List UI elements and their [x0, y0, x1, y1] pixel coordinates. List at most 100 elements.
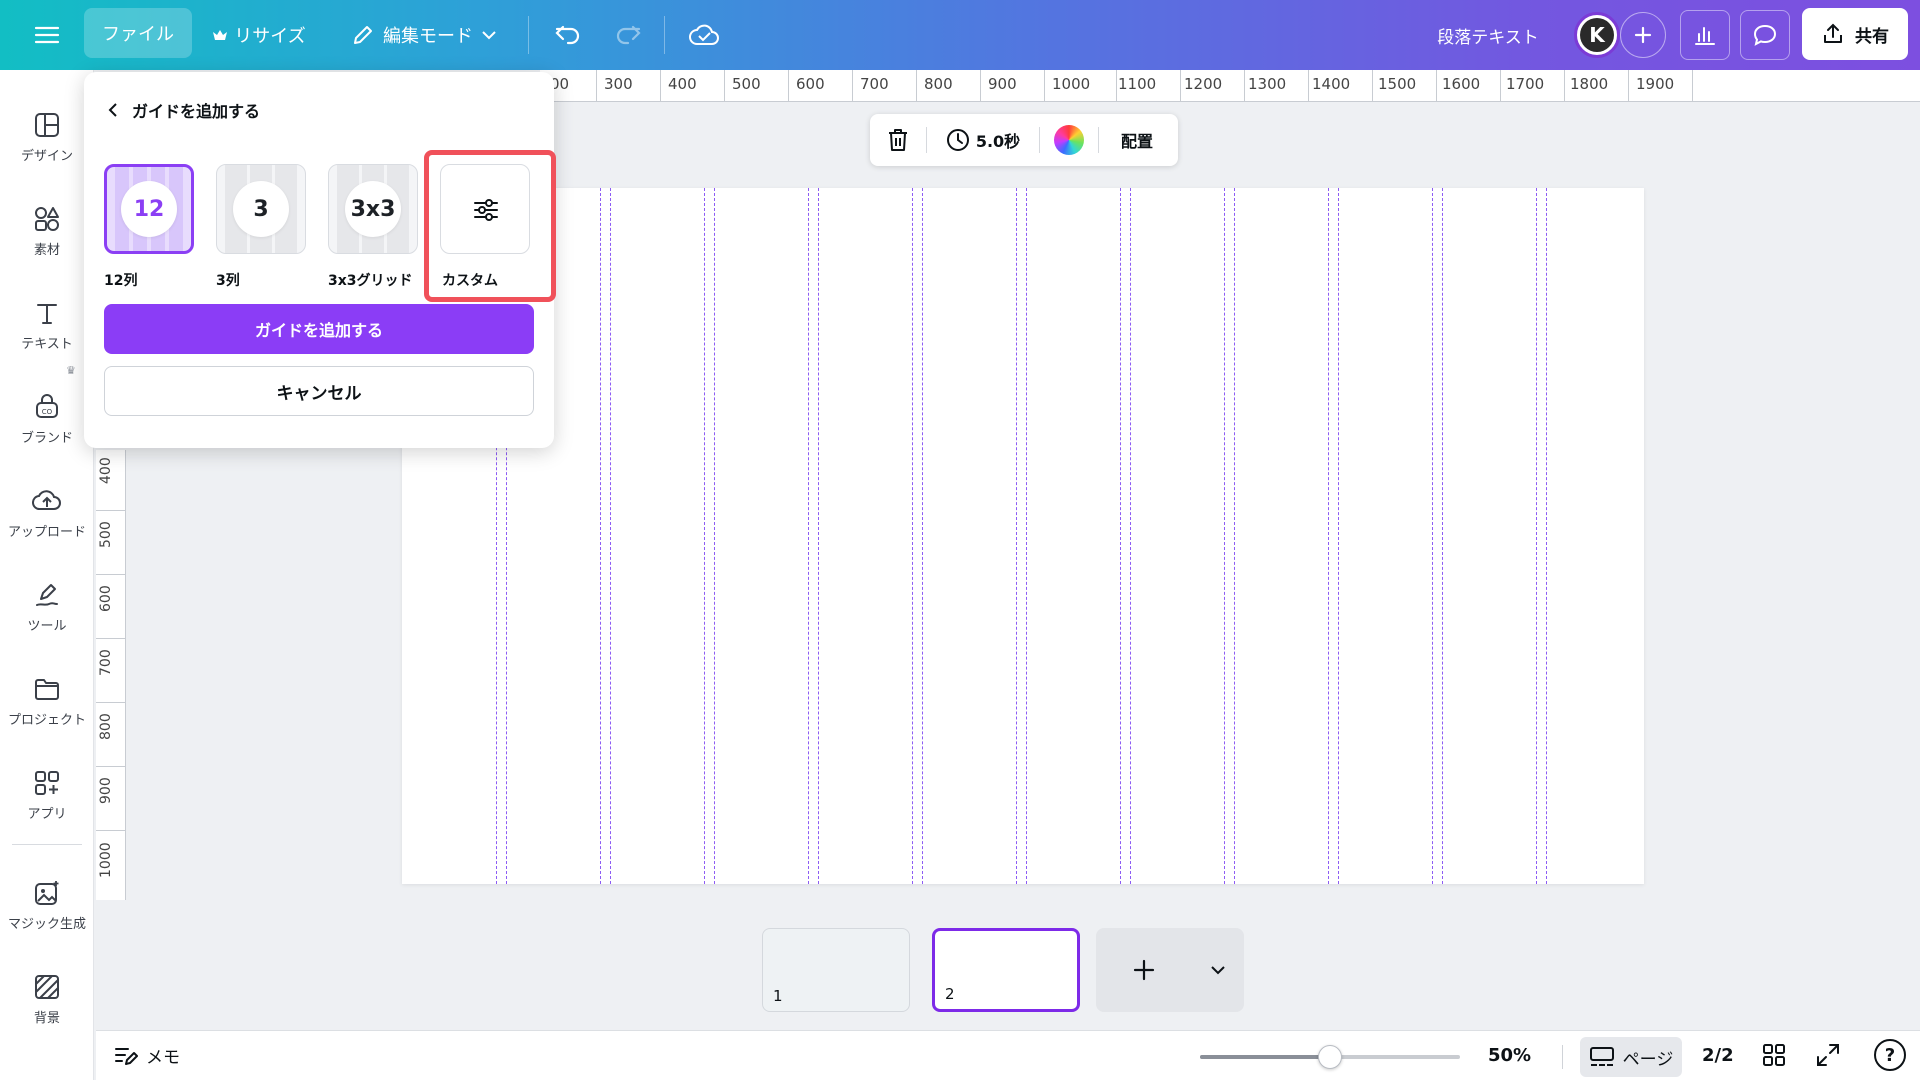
column-guide-line — [1016, 188, 1017, 884]
redo-button[interactable] — [608, 0, 648, 70]
zoom-slider[interactable] — [1200, 1045, 1460, 1069]
sidebar-item-brand[interactable]: CO ブランド — [0, 374, 94, 464]
undo-icon — [555, 25, 580, 45]
fullscreen-button[interactable] — [1814, 1041, 1842, 1073]
option-label: 3列 — [216, 273, 240, 289]
file-menu-button[interactable]: ファイル — [84, 8, 192, 58]
add-page-options-button[interactable] — [1192, 965, 1244, 975]
column-guide-line — [1234, 188, 1235, 884]
bar-chart-icon — [1695, 27, 1715, 45]
zoom-percentage[interactable]: 50% — [1488, 1045, 1531, 1066]
ruler-tick — [96, 638, 126, 639]
column-guide-line — [1432, 188, 1433, 884]
position-button[interactable]: 配置 — [1099, 114, 1175, 166]
position-label: 配置 — [1120, 132, 1153, 151]
page-thumbnail-1[interactable]: 1 — [762, 928, 910, 1012]
plus-icon — [1133, 959, 1155, 981]
ruler-tick — [724, 70, 725, 102]
guide-option-3-columns[interactable]: 3 — [216, 164, 306, 254]
guide-option-3x3-grid[interactable]: 3x3 — [328, 164, 418, 254]
file-menu-label: ファイル — [102, 24, 174, 45]
option-label: 3x3グリッド — [328, 273, 413, 289]
edit-mode-dropdown[interactable]: 編集モード — [344, 0, 504, 70]
ruler-label: 1000 — [98, 842, 114, 878]
main-menu-button[interactable] — [22, 0, 72, 70]
ruler-tick — [916, 70, 917, 102]
sidebar-item-magic-media[interactable]: マジック生成 — [0, 860, 94, 950]
ruler-tick — [852, 70, 853, 102]
ruler-label: 400 — [668, 75, 697, 93]
page-view-label: ページ — [1622, 1049, 1674, 1070]
column-guide-line — [610, 188, 611, 884]
grid-view-button[interactable] — [1760, 1041, 1788, 1073]
clock-icon — [946, 129, 969, 151]
pencil-icon — [354, 26, 372, 44]
page-counter: 2/2 — [1702, 1045, 1734, 1066]
chevron-down-icon — [482, 31, 496, 40]
document-title[interactable]: 段落テキスト — [1418, 0, 1558, 70]
save-status-button[interactable] — [682, 0, 726, 70]
design-canvas[interactable] — [402, 188, 1644, 884]
help-button[interactable]: ? — [1874, 1039, 1906, 1071]
resize-button[interactable]: リサイズ — [204, 0, 314, 70]
redo-icon — [616, 25, 641, 45]
column-guide-line — [808, 188, 809, 884]
add-collaborator-button[interactable] — [1620, 12, 1666, 58]
left-sidebar: デザイン 素材 テキスト ♛ CO ブランド アップロード ツール プロジェクト… — [0, 70, 94, 1080]
option-badge: 12 — [121, 181, 177, 237]
notes-button[interactable]: メモ — [114, 1043, 180, 1068]
ruler-label: 600 — [796, 75, 825, 93]
toolbar-divider — [528, 16, 529, 54]
pen-tool-icon — [36, 583, 58, 606]
undo-button[interactable] — [548, 0, 588, 70]
status-divider — [1562, 1045, 1563, 1069]
share-button[interactable]: 共有 — [1802, 8, 1908, 60]
vertical-ruler: 400 500 600 700 800 900 1000 — [96, 450, 126, 900]
add-page-control — [1096, 928, 1244, 1012]
sidebar-item-elements[interactable]: 素材 — [0, 186, 94, 276]
sidebar-item-background[interactable]: 背景 — [0, 954, 94, 1044]
top-toolbar: ファイル リサイズ 編集モード 段落テキスト K 共有 — [0, 0, 1920, 70]
cancel-button[interactable]: キャンセル — [104, 366, 534, 416]
page-thumbnail-2[interactable]: 2 — [932, 928, 1080, 1012]
text-icon — [37, 303, 57, 324]
column-guide-line — [818, 188, 819, 884]
sidebar-item-label: ブランド — [20, 430, 73, 446]
sidebar-item-uploads[interactable]: アップロード — [0, 468, 94, 558]
sidebar-item-label: ツール — [27, 618, 67, 634]
hamburger-menu-icon — [34, 26, 60, 44]
add-page-button[interactable] — [1096, 958, 1192, 982]
sidebar-item-design[interactable]: デザイン — [0, 92, 94, 182]
crown-icon — [213, 30, 228, 40]
add-guides-button[interactable]: ガイドを追加する — [104, 304, 534, 354]
avatar[interactable]: K — [1574, 12, 1620, 58]
ruler-tick — [96, 510, 126, 511]
background-color-button[interactable] — [1040, 114, 1098, 166]
comments-button[interactable] — [1740, 10, 1790, 60]
page-number: 1 — [773, 987, 783, 1005]
cancel-button-label: キャンセル — [276, 383, 362, 404]
sidebar-item-tools[interactable]: ツール — [0, 562, 94, 652]
page-view-button[interactable]: ページ — [1580, 1037, 1682, 1077]
timing-button[interactable]: 5.0秒 — [927, 114, 1039, 166]
brand-icon: CO — [36, 393, 58, 418]
sidebar-item-apps[interactable]: アプリ — [0, 750, 94, 840]
delete-page-button[interactable] — [870, 114, 926, 166]
insights-button[interactable] — [1680, 10, 1730, 60]
ruler-tick — [96, 574, 126, 575]
option-badge: 3 — [233, 181, 289, 237]
plus-icon — [1634, 26, 1652, 44]
zoom-slider-handle[interactable] — [1318, 1045, 1342, 1069]
ruler-tick — [1044, 70, 1045, 102]
svg-text:CO: CO — [42, 408, 53, 416]
ruler-tick — [1180, 70, 1181, 102]
ruler-label: 300 — [604, 75, 633, 93]
sidebar-item-projects[interactable]: プロジェクト — [0, 656, 94, 746]
sidebar-item-text[interactable]: テキスト — [0, 280, 94, 370]
guide-option-12-columns[interactable]: 12 — [104, 164, 194, 254]
ruler-tick — [96, 766, 126, 767]
column-guide-line — [1546, 188, 1547, 884]
ruler-label: 1300 — [1248, 75, 1287, 93]
expand-icon — [1817, 1044, 1839, 1066]
back-button[interactable]: ガイドを追加する — [108, 98, 260, 122]
